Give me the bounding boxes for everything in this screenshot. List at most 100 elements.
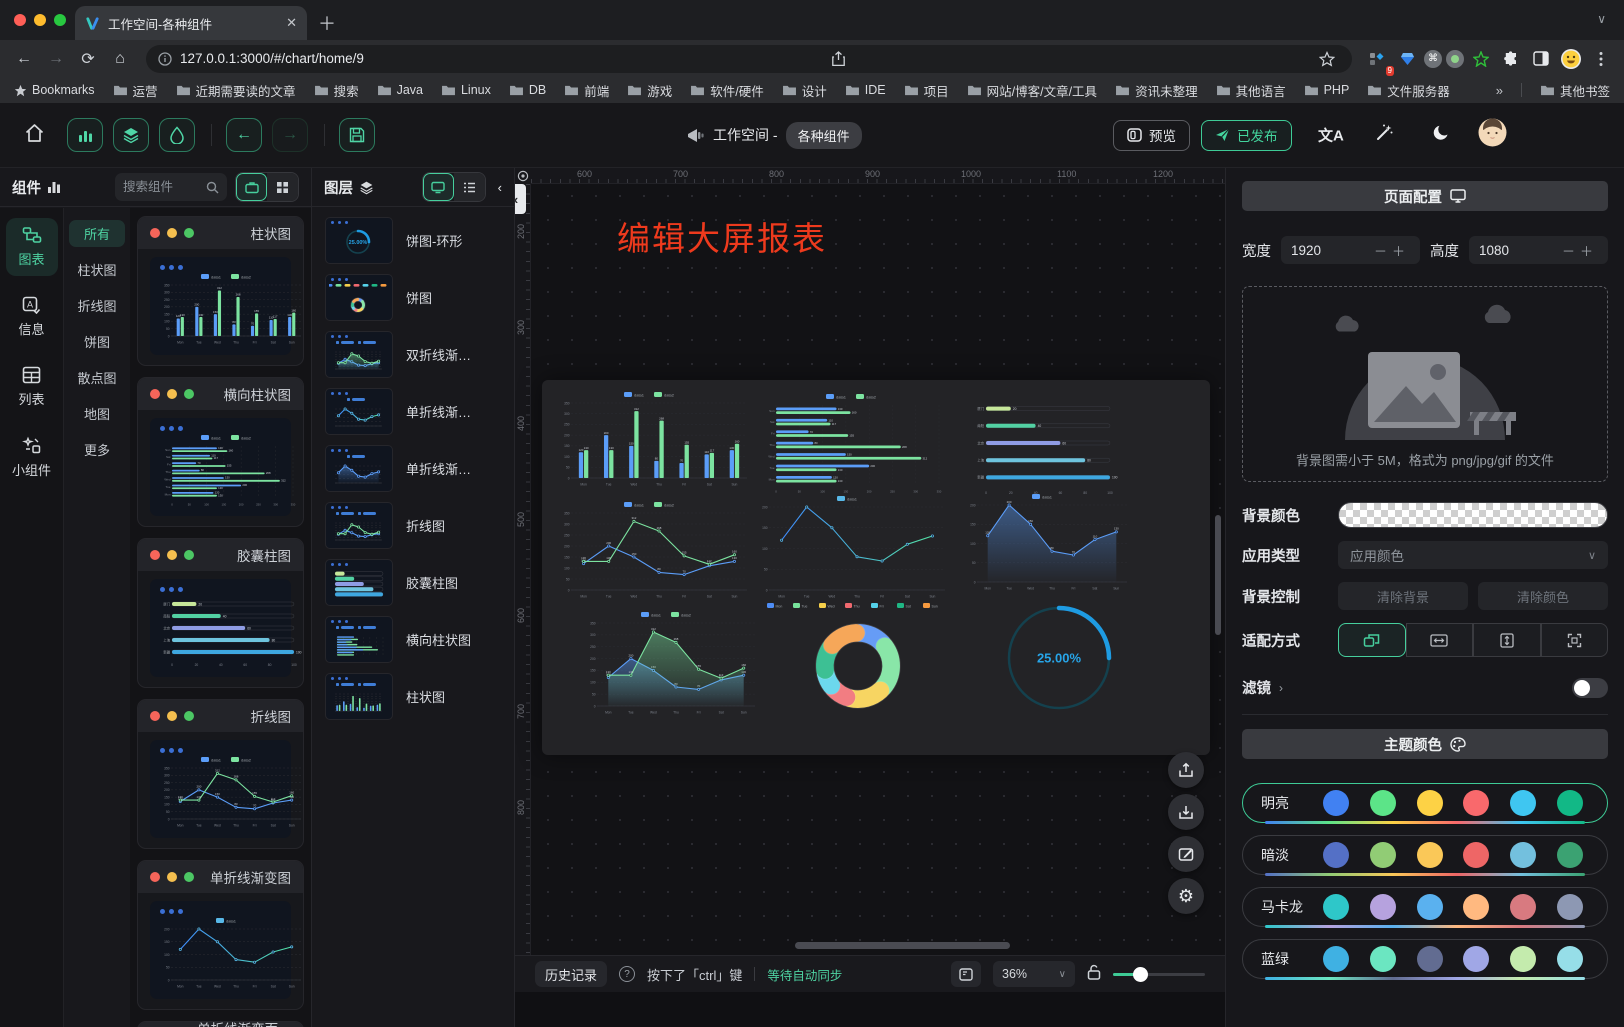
rail-tab-信息[interactable]: A信息 (6, 288, 58, 346)
component-card-单折线渐变面积图[interactable]: 单折线渐变面积图 050100150200MonTueWedThuFriSatS… (137, 1021, 304, 1027)
extension-session-icon[interactable]: 9 (1364, 46, 1390, 72)
extension-command-icon[interactable]: ⌘ (1424, 50, 1442, 68)
layer-item-折线图[interactable]: 折线图 (325, 502, 514, 549)
canvas-chart-单折线渐变图[interactable]: 050100150200MonTueWedThuFriSatSundata1 (754, 494, 950, 600)
search-input[interactable] (123, 180, 202, 194)
fit-stretch-button[interactable] (1541, 623, 1609, 657)
layout-doc-button[interactable] (951, 961, 981, 987)
canvas-chart-横向柱状图[interactable]: 050100150200250300350Sun130160Sat110117F… (760, 392, 952, 494)
component-card-单折线渐变图[interactable]: 单折线渐变图 050100150200MonTueWedThuFriSatSun… (137, 860, 304, 1010)
layer-item-横向柱状图[interactable]: 横向柱状图 (325, 616, 514, 663)
translate-icon[interactable]: 文A (1318, 125, 1344, 146)
bookmark-folder[interactable]: DB (509, 83, 546, 97)
category-所有[interactable]: 所有 (69, 220, 125, 247)
home-icon[interactable]: ⌂ (106, 45, 134, 73)
bookmark-folder[interactable]: 网站/博客/文章/工具 (967, 81, 1097, 100)
undo-button[interactable]: ← (226, 118, 262, 152)
bg-color-swatch[interactable] (1338, 502, 1608, 528)
bookmark-folder[interactable]: 资讯未整理 (1115, 81, 1198, 100)
redo-button[interactable]: → (272, 118, 308, 152)
collapse-layers-chevron-icon[interactable]: ‹ (498, 180, 502, 195)
extension-dot-icon[interactable] (1446, 50, 1464, 68)
bookmark-folder[interactable]: 近期需要读的文章 (176, 81, 296, 100)
component-card-折线图[interactable]: 折线图 050100150200250300350MonTueWedThuFri… (137, 699, 304, 849)
side-panel-icon[interactable] (1528, 46, 1554, 72)
extension-gem-icon[interactable] (1394, 46, 1420, 72)
bookmark-folder[interactable]: 前端 (564, 81, 609, 100)
tab-search-chevron-icon[interactable]: ∨ (1597, 12, 1606, 26)
import-download-fab[interactable] (1168, 794, 1204, 830)
traffic-zoom-icon[interactable] (54, 14, 66, 26)
zoom-slider[interactable] (1113, 973, 1205, 976)
rail-tab-图表[interactable]: 图表 (6, 218, 58, 276)
thumbnail-view-toggle[interactable] (423, 173, 454, 201)
fit-scale-button[interactable] (1338, 623, 1406, 657)
bookmark-folder[interactable]: 文件服务器 (1367, 81, 1450, 100)
app-home-icon[interactable] (24, 123, 45, 148)
canvas-hscrollbar[interactable] (795, 942, 1010, 949)
user-avatar[interactable] (1478, 118, 1507, 152)
other-bookmarks[interactable]: 其他书签 (1540, 81, 1610, 100)
chevron-right-icon[interactable]: › (1279, 681, 1283, 695)
extensions-puzzle-icon[interactable] (1498, 46, 1524, 72)
layer-item-柱状图[interactable]: 柱状图 (325, 673, 514, 720)
bookmarks-overflow-icon[interactable]: » (1496, 83, 1503, 98)
workspace-badge[interactable]: 各种组件 (786, 122, 862, 149)
layer-item-饼图[interactable]: 饼图 (325, 274, 514, 321)
canvas-chart-饼图[interactable]: MonTueWedThuFriSatSun (754, 600, 962, 720)
layer-item-饼图-环形[interactable]: 25.00% 饼图-环形 (325, 217, 514, 264)
reload-icon[interactable]: ⟳ (74, 45, 102, 73)
design-board[interactable]: 050100150200250300350MonTueWedThuFriSatS… (542, 380, 1210, 755)
browser-tab[interactable]: 工作空间-各种组件 ✕ (75, 6, 307, 40)
share-icon[interactable] (826, 46, 852, 72)
bookmark-folder[interactable]: 设计 (782, 81, 827, 100)
canvas-chart-折线图[interactable]: 050100150200250300350MonTueWedThuFriSatS… (556, 500, 752, 600)
single-view-toggle[interactable] (236, 173, 267, 201)
bookmark-folder[interactable]: 项目 (904, 81, 949, 100)
preview-button[interactable]: 预览 (1113, 120, 1190, 151)
zoom-select[interactable]: 36%∨ (993, 961, 1075, 987)
fit-width-button[interactable] (1406, 623, 1474, 657)
clear-color-button[interactable]: 清除颜色 (1478, 582, 1608, 610)
charts-drawer-button[interactable] (67, 118, 103, 152)
history-button[interactable]: 历史记录 (535, 961, 607, 987)
magic-wand-icon[interactable] (1375, 123, 1394, 147)
component-card-柱状图[interactable]: 柱状图 050100150200250300350MonTueWedThuFri… (137, 216, 304, 366)
publish-button[interactable]: 已发布 (1201, 120, 1292, 151)
export-upload-fab[interactable] (1168, 752, 1204, 788)
zoom-slider-knob[interactable] (1133, 967, 1148, 982)
component-card-胶囊柱图[interactable]: 胶囊柱图 厦门20南阳40北京60上海80新疆100020406080100 (137, 538, 304, 688)
bookmark-star-icon[interactable] (1314, 46, 1340, 72)
rail-tab-列表[interactable]: 列表 (6, 358, 58, 416)
grid-view-toggle[interactable] (267, 173, 298, 201)
help-icon[interactable]: ? (619, 966, 635, 982)
lock-icon[interactable] (1087, 964, 1101, 985)
layer-item-胶囊柱图[interactable]: 胶囊柱图 (325, 559, 514, 606)
bookmark-folder[interactable]: 运营 (113, 81, 158, 100)
canvas-chart-胶囊柱图[interactable]: 厦门20南阳40北京60上海80新疆100020406080100 (970, 396, 1122, 496)
traffic-close-icon[interactable] (14, 14, 26, 26)
bookmark-folder[interactable]: PHP (1304, 83, 1350, 97)
category-折线图[interactable]: 折线图 (69, 292, 125, 319)
theme-row-蓝绿[interactable]: 蓝绿 (1242, 939, 1608, 979)
category-饼图[interactable]: 饼图 (69, 328, 125, 355)
stepper-icons[interactable]: －＋ (1562, 241, 1598, 260)
theme-row-暗淡[interactable]: 暗淡 (1242, 835, 1608, 875)
height-input[interactable]: 1080－＋ (1469, 236, 1608, 264)
category-柱状图[interactable]: 柱状图 (69, 256, 125, 283)
new-tab-button[interactable]: ＋ (318, 10, 336, 36)
details-drawer-button[interactable] (159, 118, 195, 152)
panel-collapse-handle[interactable]: ‹ (515, 184, 526, 214)
rail-tab-小组件[interactable]: 小组件 (6, 428, 58, 487)
edit-fab[interactable] (1168, 836, 1204, 872)
canvas-chart-双折线渐变图[interactable]: 050100150200250300350MonTueWedThuFriSatS… (582, 610, 760, 716)
dark-mode-moon-icon[interactable] (1432, 123, 1451, 147)
fit-height-button[interactable] (1473, 623, 1541, 657)
editor-canvas[interactable]: 6007008009001000110012001300 20030040050… (515, 168, 1225, 955)
layer-item-单折线渐…[interactable]: 单折线渐… (325, 445, 514, 492)
theme-row-马卡龙[interactable]: 马卡龙 (1242, 887, 1608, 927)
list-view-toggle[interactable] (454, 173, 485, 201)
site-info-icon[interactable] (158, 52, 172, 66)
traffic-minimize-icon[interactable] (34, 14, 46, 26)
app-type-select[interactable]: 应用颜色∨ (1338, 541, 1608, 569)
